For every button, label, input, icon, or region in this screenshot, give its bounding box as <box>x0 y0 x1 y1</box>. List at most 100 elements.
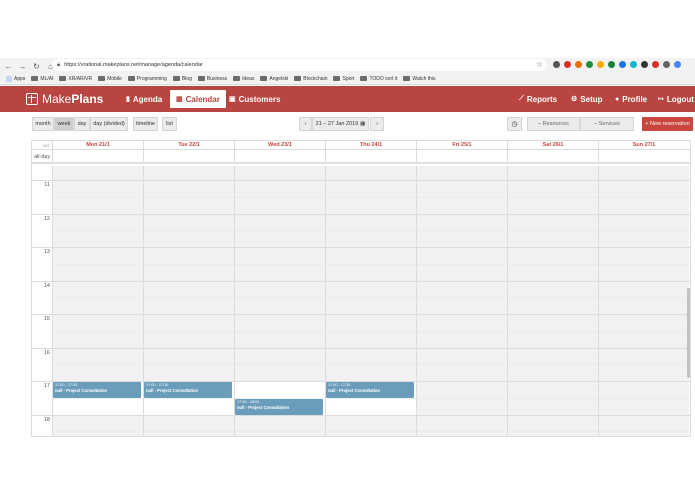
bookmark-label: Watch this <box>412 75 436 82</box>
resources-select[interactable]: – Resources <box>527 117 580 131</box>
browser-toolbar: ← → ↻ ⌂ 🔒︎ https://vrational.makeplans.n… <box>0 58 695 85</box>
new-reservation-button[interactable]: + New reservation <box>642 117 693 131</box>
view-month-button[interactable]: month <box>32 117 54 131</box>
day-header[interactable]: Tue 22/1 <box>143 141 234 150</box>
day-header[interactable]: Sat 26/1 <box>507 141 598 150</box>
extension-icon[interactable] <box>674 61 681 68</box>
date-range-button[interactable]: 21 – 27 Jan 2019 ▦ <box>312 117 369 131</box>
extension-icon[interactable] <box>575 61 582 68</box>
folder-icon <box>260 76 268 81</box>
nav-customers[interactable]: ▣ Customers <box>223 90 286 108</box>
day-header[interactable]: Wed 23/1 <box>234 141 325 150</box>
bookmark-label: Sport <box>342 75 355 82</box>
calendar-icon: ▦ <box>176 96 183 103</box>
chart-icon: ⟋ <box>519 95 524 102</box>
bookmark-apps[interactable]: Apps <box>6 75 25 82</box>
reservation-event[interactable]: 17:00 - 17:30 null - Project Consultation <box>326 382 414 398</box>
bookmark-folder[interactable]: Sport <box>333 76 354 82</box>
bookmark-folder[interactable]: XR/AR/VR <box>59 76 92 82</box>
extension-icon[interactable] <box>564 61 571 68</box>
extension-icon[interactable] <box>663 61 670 68</box>
makeplans-logo[interactable]: Make Plans <box>26 92 103 106</box>
url-text: https://vrational.makeplans.net/manage/a… <box>64 62 203 68</box>
bookmark-folder[interactable]: Watch this <box>403 75 436 82</box>
nav-profile[interactable]: ● Profile <box>609 90 653 108</box>
gear-icon: ⚙ <box>571 96 578 103</box>
all-day-cell-divider <box>143 150 144 164</box>
time-grid[interactable]: 11 12 13 14 15 16 17 18 17:00 - 17:30 null - Proj… <box>32 163 690 436</box>
logo-icon <box>26 93 38 105</box>
bookmark-folder[interactable]: ML/AI <box>31 76 53 82</box>
hour-label: 11 <box>44 182 50 188</box>
calendar-scrollbar[interactable] <box>687 288 690 378</box>
prev-week-button[interactable]: ‹ <box>299 117 312 131</box>
reload-icon[interactable]: ↻ <box>31 61 42 72</box>
bookmark-folder[interactable]: Mobile <box>98 76 122 82</box>
all-day-row[interactable]: all-day <box>32 150 690 164</box>
clock-button[interactable]: ◷ <box>507 117 522 131</box>
next-week-button[interactable]: › <box>370 117 384 131</box>
services-select[interactable]: – Services <box>580 117 634 131</box>
all-day-cell-divider <box>234 150 235 164</box>
day-header[interactable]: Thu 24/1 <box>325 141 416 150</box>
extension-icons <box>553 61 681 68</box>
extension-icon[interactable] <box>586 61 593 68</box>
view-day-divided-button[interactable]: day (divided) <box>90 117 128 131</box>
bookmark-label: Angelski <box>269 75 289 82</box>
bookmark-folder[interactable]: Blog <box>172 75 192 82</box>
bookmark-folder[interactable]: TODO sort it <box>360 76 397 82</box>
nav-logout[interactable]: ↦ Logout <box>652 90 695 108</box>
bookmark-label: Programming <box>136 75 167 82</box>
nav-calendar[interactable]: ▦ Calendar <box>170 90 226 108</box>
bookmark-folder[interactable]: Ideas <box>233 76 254 82</box>
address-bar[interactable]: 🔒︎ https://vrational.makeplans.net/manag… <box>52 59 547 71</box>
view-day-button[interactable]: day <box>74 117 90 131</box>
nav-agenda[interactable]: ▮ Agenda <box>120 90 168 108</box>
all-day-cell-divider <box>325 150 326 164</box>
extension-icon[interactable] <box>652 61 659 68</box>
logo-text-bold: Plans <box>71 92 104 106</box>
bookmark-label: XR/AR/VR <box>68 75 93 82</box>
calendar-header: w4 Mon 21/1 Tue 22/1 Wed 23/1 Thu 24/1 Fri 2… <box>32 141 690 150</box>
extension-icon[interactable] <box>641 61 648 68</box>
extension-icon[interactable] <box>608 61 615 68</box>
calendar-icon: ▦ <box>360 121 366 127</box>
view-list-button[interactable]: list <box>162 117 177 131</box>
bookmark-folder[interactable]: Business <box>197 76 227 82</box>
day-header[interactable]: Sun 27/1 <box>598 141 689 150</box>
bookmark-folder[interactable]: Programming <box>127 75 167 82</box>
day-column[interactable] <box>598 166 689 436</box>
nav-reports[interactable]: ⟋ Reports <box>513 90 563 108</box>
all-day-cell-divider <box>507 150 508 164</box>
half-hour-line <box>52 163 690 165</box>
reservation-event[interactable]: 17:30 - 18:00 null - Project Consultation <box>235 398 323 415</box>
day-column[interactable] <box>507 166 598 436</box>
view-week-button[interactable]: week <box>54 117 74 131</box>
extension-icon[interactable] <box>619 61 626 68</box>
view-timeline-button[interactable]: timeline <box>133 117 158 131</box>
bookmark-label: Blog <box>181 75 192 82</box>
extension-icon[interactable] <box>553 61 560 68</box>
bookmark-star-icon[interactable]: ☆ <box>536 60 543 70</box>
back-icon[interactable]: ← <box>3 61 14 72</box>
day-column[interactable] <box>234 166 325 436</box>
hour-label: 14 <box>43 282 50 289</box>
nav-customers-label: Customers <box>238 94 281 104</box>
bookmark-folder[interactable]: Blockchain <box>294 76 327 82</box>
day-header[interactable]: Mon 21/1 <box>52 141 143 150</box>
reservation-event[interactable]: 17:00 - 17:30 null - Project Consultation <box>53 382 141 398</box>
forward-icon[interactable]: → <box>17 61 28 72</box>
bookmark-label: ML/AI <box>40 75 54 82</box>
lock-icon: 🔒︎ <box>57 61 61 68</box>
extension-icon[interactable] <box>630 61 637 68</box>
logout-icon: ↦ <box>658 96 664 103</box>
extension-icon[interactable] <box>597 61 604 68</box>
nav-setup[interactable]: ⚙ Setup <box>565 90 609 108</box>
nav-reports-label: Reports <box>526 94 558 104</box>
day-header[interactable]: Fri 25/1 <box>416 141 507 150</box>
reservation-event[interactable]: 17:00 - 17:30 null - Project Consultation <box>144 382 232 398</box>
bookmark-folder[interactable]: Angelski <box>260 76 288 82</box>
event-title: null - Project Consultation <box>328 388 381 393</box>
day-column[interactable] <box>416 166 507 436</box>
nav-setup-label: Setup <box>580 94 603 104</box>
